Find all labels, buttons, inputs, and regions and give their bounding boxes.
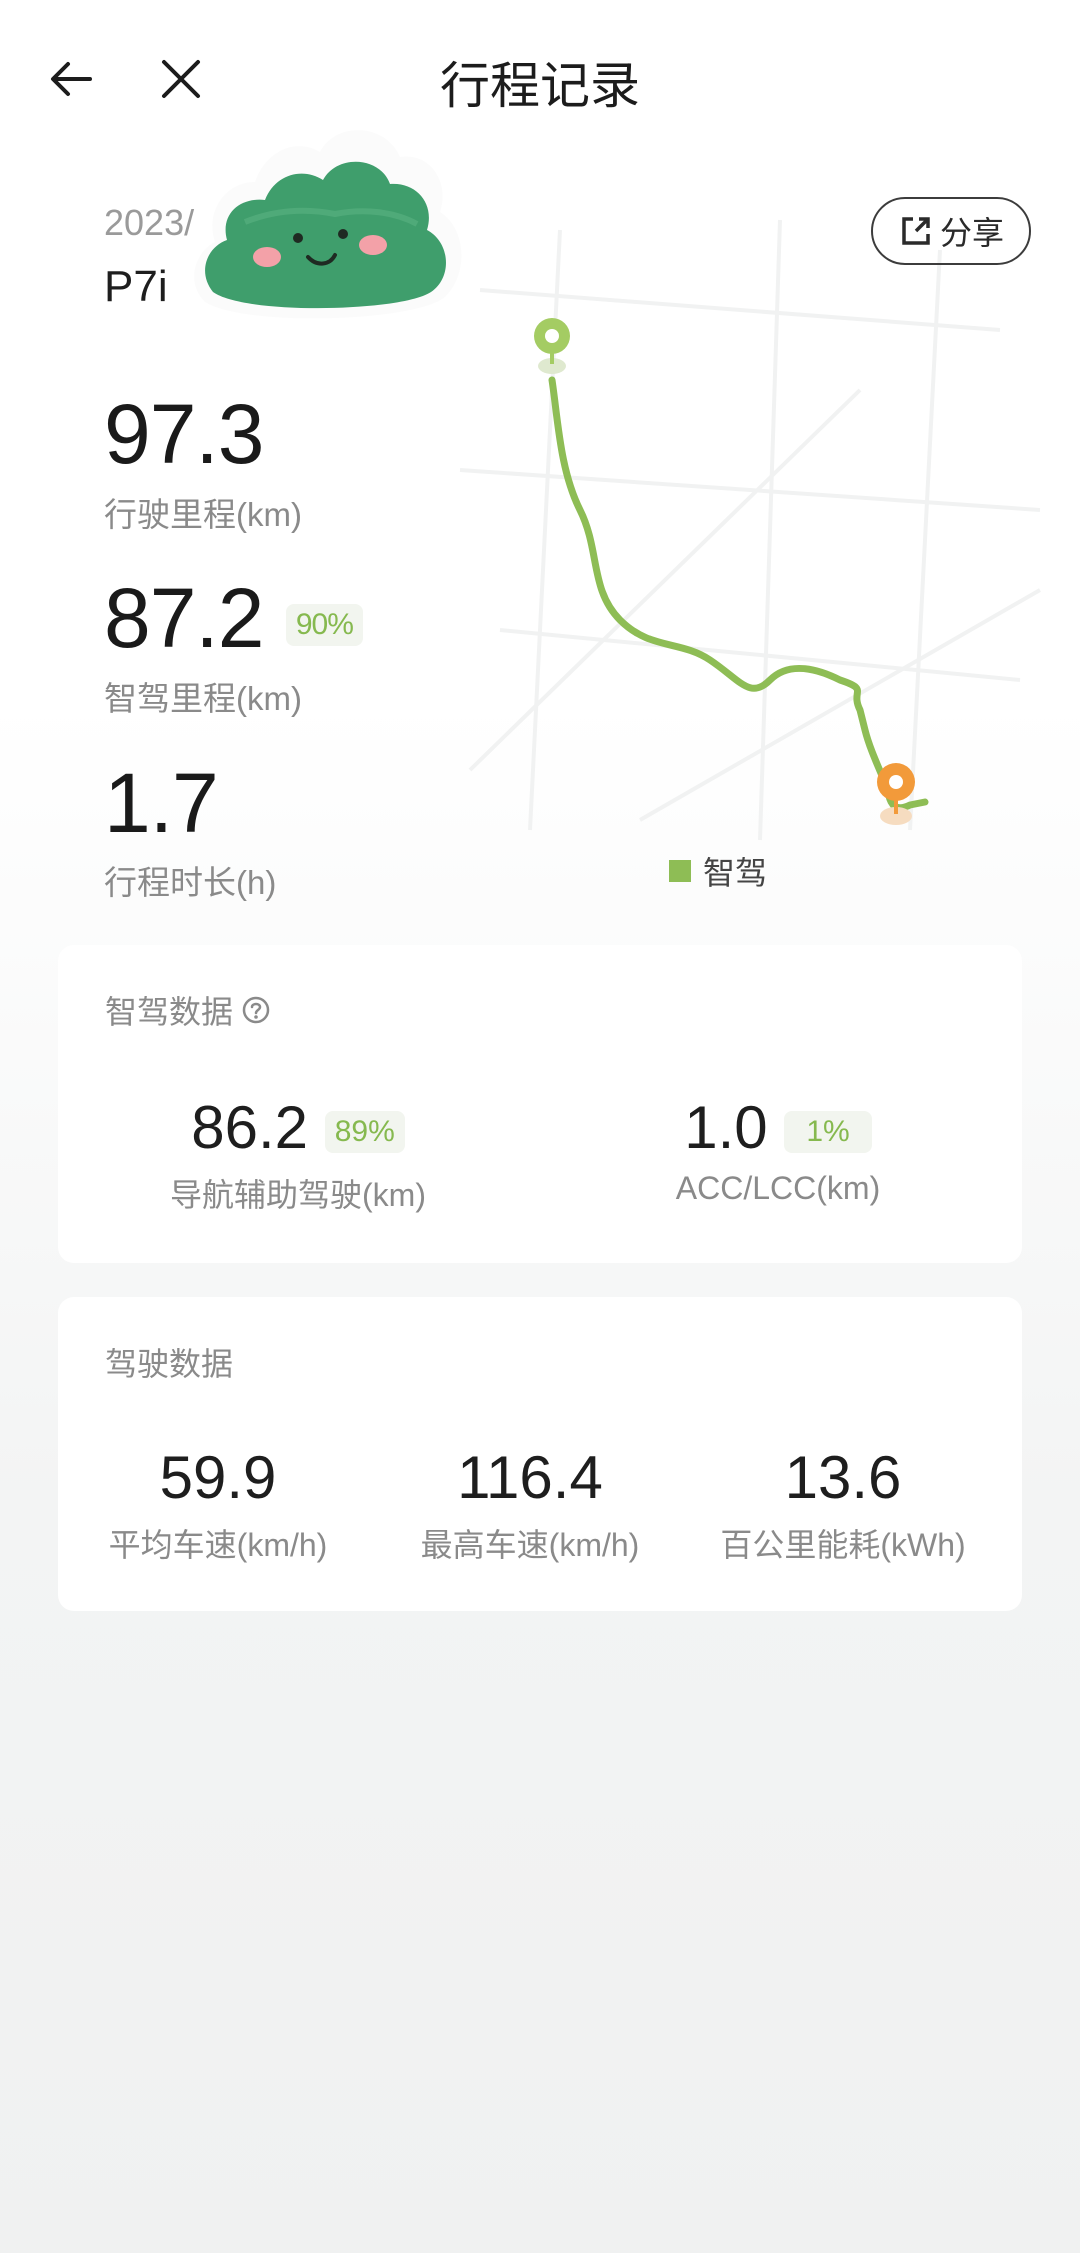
avg-speed-label: 平均车速(km/h) [108,1527,328,1563]
page-title: 行程记录 [440,58,640,114]
legend-label: 智驾 [703,855,768,891]
distance-label: 行驶里程(km) [104,496,302,533]
driving-data-title: 驾驶数据 [105,1346,234,1382]
energy-consumption-label: 百公里能耗(kWh) [720,1527,966,1563]
duration-value: 1.7 [104,756,219,850]
avg-speed-value: 59.9 [159,1444,277,1511]
acc-lcc-stat: 1.0 1% ACC/LCC(km) [623,1093,933,1207]
nav-assist-value: 86.2 [191,1094,309,1161]
max-speed-label: 最高车速(km/h) [420,1527,640,1563]
nav-assist-value-row: 86.2 89% [138,1093,458,1162]
energy-consumption-value: 13.6 [784,1444,902,1511]
nav-assist-percent-badge: 89% [324,1111,405,1154]
trip-date: 2023/ [104,202,195,243]
smart-driving-title: 智驾数据 [105,994,234,1030]
route-line [548,376,929,812]
smart-distance-value: 87.2 [104,571,264,665]
legend-swatch [669,860,691,882]
share-label: 分享 [939,215,1004,251]
smart-driving-title-row: 智驾数据 [105,987,271,1033]
driving-data-card: 驾驶数据 59.9 平均车速(km/h) 116.4 最高车速(km/h) 13… [58,1297,1022,1611]
help-icon[interactable] [241,995,271,1025]
energy-consumption-stat: 13.6 百公里能耗(kWh) [688,1443,998,1566]
map-legend: 智驾 [669,848,767,894]
nav-assist-stat: 86.2 89% 导航辅助驾驶(km) [138,1093,458,1216]
distance-value: 97.3 [104,387,264,481]
avg-speed-stat: 59.9 平均车速(km/h) [68,1443,368,1566]
share-button[interactable]: 分享 [871,197,1031,265]
acc-lcc-value: 1.0 [684,1094,768,1161]
acc-lcc-value-row: 1.0 1% [623,1093,933,1162]
trip-map [459,219,1041,841]
smart-distance-percent-badge: 90% [285,603,363,646]
max-speed-value: 116.4 [457,1444,603,1511]
smart-distance-row: 87.2 90% [104,570,363,667]
smart-distance-label: 智驾里程(km) [104,680,302,717]
share-icon [902,217,930,245]
cloud-sticker [194,130,462,319]
smart-driving-card: 智驾数据 86.2 89% 导航辅助驾驶(km) 1.0 1% ACC/LCC(… [58,945,1022,1263]
acc-lcc-percent-badge: 1% [784,1111,872,1154]
max-speed-stat: 116.4 最高车速(km/h) [380,1443,680,1566]
nav-assist-label: 导航辅助驾驶(km) [170,1177,426,1213]
vehicle-model: P7i [104,262,168,311]
start-pin-icon [534,318,570,374]
end-pin-icon [877,763,915,825]
acc-lcc-label: ACC/LCC(km) [675,1170,881,1206]
duration-label: 行程时长(h) [104,864,277,901]
